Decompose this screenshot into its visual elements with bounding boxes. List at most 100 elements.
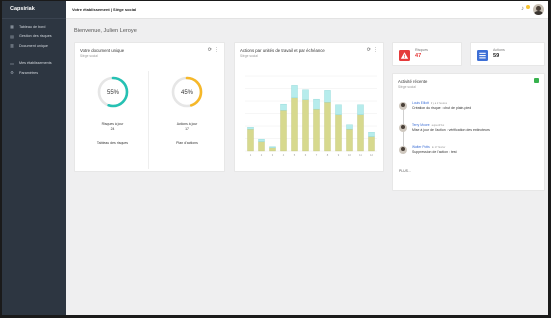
chart-bar[interactable] (357, 114, 364, 152)
list-icon (477, 50, 488, 61)
x-tick-label: 12 (370, 153, 373, 157)
actions-chart-card: Actions par unités de travail et par éch… (234, 42, 384, 172)
activity-text: Mise à jour de l'action : vérification d… (412, 128, 490, 132)
chart-bar[interactable] (368, 136, 375, 152)
x-tick-label: 6 (305, 153, 307, 157)
risks-stat-label: Risques (415, 48, 428, 52)
sidebar-item-dashboard[interactable]: ▦ Tableau de bord (2, 22, 66, 32)
actions-label: Actions à jour (176, 122, 198, 126)
sidebar-item-document[interactable]: ▥ Document unique (2, 41, 66, 51)
chart-bar[interactable] (346, 124, 353, 130)
chart-bar[interactable] (324, 90, 331, 103)
sidebar-item-settings[interactable]: ⚙ Paramètres (2, 68, 66, 78)
x-tick-label: 2 (261, 153, 263, 157)
chart-bar[interactable] (302, 99, 309, 152)
activity-user[interactable]: Walter Potts (412, 145, 430, 149)
chart-bar[interactable] (280, 110, 287, 152)
activity-item: Louis Elliott il y a 2 heures Création du… (397, 100, 540, 122)
sidebar-item-label: Mes établissements (19, 61, 52, 66)
building-icon: ▭ (10, 60, 14, 66)
risks-donut: 55% (97, 76, 128, 108)
sidebar-nav: ▦ Tableau de bord ▤ Gestion des risques … (2, 19, 66, 78)
page-title: Bienvenue, Julien Leroye (74, 28, 137, 34)
risks-count: 24 (110, 127, 115, 131)
activity-text: Création du risque : chut de plain-pied (412, 106, 472, 110)
actions-donut: 45% (171, 76, 203, 108)
chart-bar[interactable] (313, 108, 320, 152)
chart-bar[interactable] (291, 97, 298, 152)
chart-bar[interactable] (247, 127, 254, 130)
x-tick-label: 11 (359, 153, 362, 157)
topbar-actions: ♪ (521, 4, 544, 15)
sidebar-item-label: Paramètres (19, 70, 39, 75)
chart-bar[interactable] (357, 104, 364, 115)
activity-user[interactable]: Terry Moore (412, 123, 430, 127)
chart-bar[interactable] (258, 141, 265, 152)
chart-bar[interactable] (335, 104, 342, 115)
chart-bar[interactable] (302, 89, 309, 100)
action-plan-button[interactable]: Plan d'actions (151, 141, 223, 145)
avatar (399, 124, 407, 132)
actions-percent: 45% (181, 90, 194, 96)
recent-activity-card: Activité récente Siège social Louis Elli… (392, 73, 545, 191)
chart-bar[interactable] (280, 103, 287, 111)
refresh-icon[interactable]: ⟳ (208, 47, 212, 53)
risks-percent: 55% (106, 90, 119, 96)
avatar (399, 146, 407, 154)
sidebar-item-establishments[interactable]: ▭ Mes établissements (2, 59, 66, 69)
chart-bar[interactable] (324, 102, 331, 152)
document-card: Votre document unique Siège social ⟳ ⋮ 5… (74, 42, 225, 172)
risks-stat-value: 47 (415, 53, 422, 59)
actions-stat-label: Actions (493, 48, 505, 52)
activity-time: le 17 février (431, 146, 446, 149)
x-tick-label: 8 (327, 153, 329, 157)
activity-status-icon (534, 78, 539, 83)
chart-bar[interactable] (368, 132, 375, 137)
topbar: Votre établissement | Siège social ♪ (66, 1, 548, 19)
sidebar-item-label: Document unique (19, 43, 48, 48)
card-subtitle: Siège social (80, 54, 98, 58)
risks-label: Risques à jour (101, 122, 124, 126)
chart-bar[interactable] (313, 98, 320, 110)
sidebar-spacer (2, 51, 66, 59)
avatar (399, 102, 407, 110)
activity-meta: Walter Potts le 17 février (412, 145, 445, 149)
actions-stat-card[interactable]: Actions 59 (470, 42, 545, 66)
activity-user[interactable]: Louis Elliott (412, 101, 429, 105)
warning-icon (399, 50, 410, 61)
x-tick-label: 5 (294, 153, 296, 157)
activity-item: Terry Moore aujourd'hui Mise à jour de l'… (397, 122, 540, 144)
activity-text: Suppression de l'action : test (412, 150, 457, 154)
risks-table-button[interactable]: Tableau des risques (77, 141, 148, 145)
gear-icon: ⚙ (10, 70, 14, 76)
sidebar-item-risks[interactable]: ▤ Gestion des risques (2, 32, 66, 42)
activity-item: Walter Potts le 17 février Suppression de… (397, 144, 540, 166)
risks-progress-panel: 55% Risques à jour 24 Tableau des risque… (77, 71, 149, 169)
activity-meta: Terry Moore aujourd'hui (412, 123, 444, 127)
document-icon: ▥ (10, 43, 14, 49)
chart-bar[interactable] (247, 128, 254, 152)
user-avatar[interactable] (533, 4, 544, 15)
risks-stat-card[interactable]: Risques 47 (392, 42, 462, 66)
chart-bar[interactable] (291, 85, 298, 99)
card-tools: ⟳ ⋮ (208, 47, 219, 53)
more-vertical-icon[interactable]: ⋮ (214, 47, 219, 53)
notifications-button[interactable]: ♪ (521, 4, 530, 14)
bell-icon: ♪ (521, 5, 524, 12)
main-content: Bienvenue, Julien Leroye Votre document … (66, 19, 548, 315)
activity-meta: Louis Elliott il y a 2 heures (412, 101, 447, 105)
sidebar: Capsiriak ▦ Tableau de bord ▤ Gestion de… (2, 1, 66, 315)
chart-bar[interactable] (269, 147, 276, 152)
x-tick-label: 10 (348, 153, 351, 157)
chart-bar[interactable] (346, 128, 353, 152)
app-logo: Capsiriak (2, 1, 66, 19)
x-tick-label: 7 (316, 153, 318, 157)
x-tick-label: 1 (250, 153, 252, 157)
chart-bar[interactable] (258, 138, 265, 142)
dashboard-icon: ▦ (10, 24, 14, 30)
chart-bar[interactable] (269, 146, 276, 149)
activity-time: aujourd'hui (431, 124, 445, 127)
breadcrumb: Votre établissement | Siège social (72, 7, 137, 12)
chart-bar[interactable] (335, 114, 342, 152)
more-activity-link[interactable]: PLUS... (399, 169, 411, 173)
